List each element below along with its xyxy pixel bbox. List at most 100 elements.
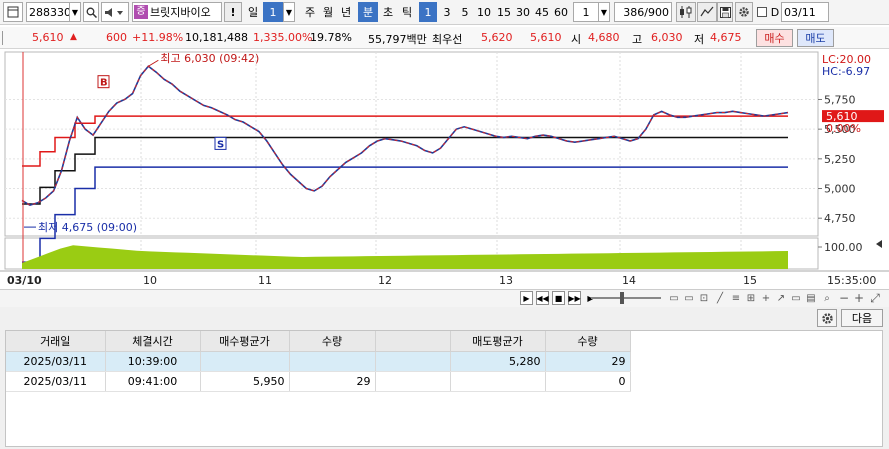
period-day[interactable]: 일 bbox=[245, 2, 261, 22]
zoom-slider-track[interactable] bbox=[591, 297, 661, 299]
chart-copy-icon[interactable]: ▭ bbox=[790, 292, 802, 304]
low-price: 4,675 bbox=[710, 31, 742, 44]
best-ask: 5,620 bbox=[481, 31, 513, 44]
interval-dropdown-icon[interactable]: ▼ bbox=[598, 2, 610, 22]
x-tick-label: 15 bbox=[743, 274, 757, 287]
col-sell-qty[interactable]: 수량 bbox=[545, 331, 631, 352]
cell: 09:41:00 bbox=[105, 371, 201, 392]
col-buy-avg[interactable]: 매수평균가 bbox=[200, 331, 290, 352]
col-sell-avg[interactable]: 매도평균가 bbox=[450, 331, 546, 352]
toolbar: 288330 ▼ 증 브릿지바이오 ! 일 1 ▼ 주 월 년 분 초 틱 1 … bbox=[0, 0, 889, 25]
x-tick-label: 12 bbox=[378, 274, 392, 287]
fibonacci-icon[interactable]: ≡ bbox=[730, 292, 742, 304]
open-price: 4,680 bbox=[588, 31, 620, 44]
best-bid: 5,610 bbox=[530, 31, 562, 44]
period-second[interactable]: 초 bbox=[380, 2, 396, 22]
ruler-icon[interactable]: ⊞ bbox=[745, 292, 757, 304]
search-icon[interactable] bbox=[83, 2, 99, 22]
x-tick-label: 10 bbox=[143, 274, 157, 287]
high-label: 고 bbox=[632, 33, 643, 46]
cell: 10:39:00 bbox=[105, 351, 201, 372]
zoom-area-icon[interactable]: ⊡ bbox=[698, 292, 710, 304]
period-tick[interactable]: 틱 bbox=[398, 2, 416, 22]
stock-code-input[interactable]: 288330 bbox=[26, 2, 71, 22]
rewind-icon[interactable]: ◀◀ bbox=[536, 291, 549, 305]
low-label: 저 bbox=[694, 33, 705, 46]
cell bbox=[289, 351, 376, 372]
print-icon[interactable]: ▤ bbox=[805, 292, 817, 304]
date-input[interactable]: 03/11 bbox=[781, 2, 829, 22]
hc-label: HC:-6.97 bbox=[822, 65, 870, 78]
stop-icon[interactable]: ■ bbox=[552, 291, 565, 305]
col-trade-date[interactable]: 거래일 bbox=[6, 331, 106, 352]
line-chart-icon[interactable] bbox=[697, 2, 717, 22]
date-checkbox[interactable] bbox=[755, 2, 769, 22]
cell: 5,280 bbox=[450, 351, 546, 372]
period-month[interactable]: 월 bbox=[320, 2, 336, 22]
chevron-down-icon[interactable]: ▼ bbox=[69, 2, 81, 22]
minute-option-10[interactable]: 10 bbox=[475, 2, 493, 22]
minute-option-30[interactable]: 30 bbox=[514, 2, 532, 22]
crosshair-icon[interactable]: + bbox=[760, 292, 772, 304]
minute-option-3[interactable]: 3 bbox=[439, 2, 455, 22]
up-arrow-icon: ▲ bbox=[70, 32, 77, 42]
minute-option-15[interactable]: 15 bbox=[495, 2, 513, 22]
buy-button[interactable]: 매수 bbox=[756, 29, 793, 47]
interval-input[interactable]: 1 bbox=[573, 2, 599, 22]
table-row[interactable]: 2025/03/11 10:39:00 5,280 29 bbox=[6, 351, 631, 372]
speaker-icon[interactable] bbox=[101, 2, 129, 22]
period-value-input[interactable]: 1 bbox=[263, 2, 283, 22]
table-header-row: 거래일 체결시간 매수평균가 수량 매도평균가 수량 bbox=[6, 331, 631, 352]
expand-icon[interactable]: ⤢ bbox=[869, 291, 881, 305]
col-exec-time[interactable]: 체결시간 bbox=[105, 331, 201, 352]
panel-settings-button[interactable] bbox=[817, 309, 837, 327]
x-tick-label: 11 bbox=[258, 274, 272, 287]
fast-forward-icon[interactable]: ▶▶ bbox=[568, 291, 581, 305]
cell: 2025/03/11 bbox=[6, 371, 106, 392]
minute-option-45[interactable]: 45 bbox=[533, 2, 551, 22]
scroll-right-icon[interactable]: ▶ bbox=[520, 291, 533, 305]
minute-option-60[interactable]: 60 bbox=[552, 2, 570, 22]
arrow-icon[interactable]: ↗ bbox=[775, 292, 787, 304]
period-minute[interactable]: 분 bbox=[358, 2, 378, 22]
table-row[interactable]: 2025/03/11 09:41:00 5,950 29 0 bbox=[6, 371, 631, 392]
stock-name-field[interactable]: 증 브릿지바이오 bbox=[132, 2, 222, 22]
candle-type-icon[interactable] bbox=[676, 2, 696, 22]
x-tick-label: 03/10 bbox=[7, 274, 42, 287]
buy-marker: B bbox=[100, 78, 108, 89]
chart-svg[interactable]: 5,7505,5005,2505,0004,75003/10 10 11 12 13 14… bbox=[0, 50, 889, 288]
turnover-rate: 19.78% bbox=[310, 31, 352, 44]
period-year[interactable]: 년 bbox=[338, 2, 354, 22]
layout-icon[interactable]: ▭ bbox=[668, 292, 680, 304]
gear-icon bbox=[821, 312, 833, 324]
quote-divider bbox=[2, 31, 7, 45]
period-dropdown-icon[interactable]: ▼ bbox=[283, 2, 295, 22]
time-tag: 15:35:00 bbox=[827, 274, 876, 287]
next-page-button[interactable]: 다음 bbox=[841, 309, 883, 327]
period-week[interactable]: 주 bbox=[302, 2, 318, 22]
warning-button[interactable]: ! bbox=[224, 2, 242, 22]
sell-button[interactable]: 매도 bbox=[797, 29, 834, 47]
col-buy-qty[interactable]: 수량 bbox=[289, 331, 376, 352]
zoom-slider-handle[interactable] bbox=[620, 292, 624, 304]
chart-navigation-bar: ▶ ◀◀ ■ ▶▶ ▶ ▭ ▭ ⊡ ╱ ≡ ⊞ + ↗ ▭ ▤ ⌕ − + ⤢ bbox=[0, 289, 889, 307]
data-count-field[interactable]: 386/900 bbox=[614, 2, 672, 22]
layout2-icon[interactable]: ▭ bbox=[683, 292, 695, 304]
minute-option-5[interactable]: 5 bbox=[457, 2, 473, 22]
cell: 0 bbox=[545, 371, 631, 392]
x-tick-label: 14 bbox=[622, 274, 636, 287]
cell: 29 bbox=[289, 371, 376, 392]
cell bbox=[375, 371, 451, 392]
cell bbox=[200, 351, 290, 372]
trend-line-icon[interactable]: ╱ bbox=[714, 292, 726, 304]
trade-table: 거래일 체결시간 매수평균가 수량 매도평균가 수량 2025/03/11 10… bbox=[6, 331, 631, 392]
screen-icon[interactable] bbox=[3, 2, 23, 22]
zoom-out-icon[interactable]: − bbox=[838, 291, 850, 305]
magnifier-icon[interactable]: ⌕ bbox=[821, 292, 833, 304]
zoom-in-icon[interactable]: + bbox=[853, 291, 865, 305]
y-tick-label: 4,750 bbox=[824, 212, 856, 225]
price-chart[interactable]: 5,750 5,500 5,250 5,000 4,750 03/10 10 11 12 13 14… bbox=[0, 50, 889, 288]
minute-option-1[interactable]: 1 bbox=[419, 2, 437, 22]
save-icon[interactable] bbox=[717, 2, 733, 22]
gear-icon[interactable] bbox=[735, 2, 753, 22]
